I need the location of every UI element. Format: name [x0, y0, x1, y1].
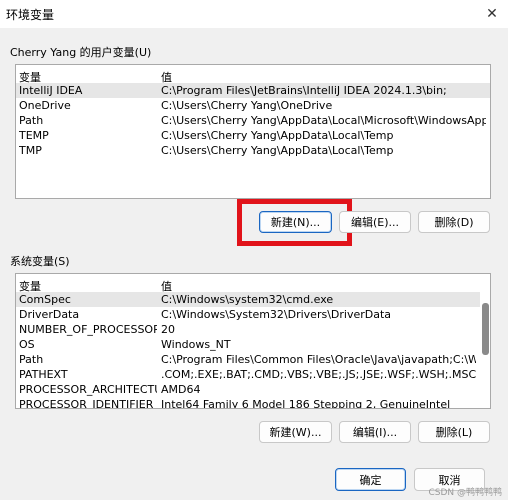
window-title: 环境变量 [6, 8, 55, 22]
row-value: AMD64 [161, 383, 201, 396]
row-variable: TEMP [19, 129, 49, 142]
close-button[interactable]: ✕ [476, 0, 508, 28]
row-value: C:\Program Files\Common Files\Oracle\Jav… [161, 353, 476, 366]
table-row[interactable]: DriverData C:\Windows\System32\Drivers\D… [16, 307, 480, 322]
row-variable: DriverData [19, 308, 80, 321]
table-row[interactable]: PROCESSOR_IDENTIFIER Intel64 Family 6 Mo… [16, 397, 480, 409]
scrollbar-thumb[interactable] [482, 303, 489, 355]
row-value: C:\Program Files\JetBrains\IntelliJ IDEA… [161, 84, 447, 97]
row-value: C:\Windows\system32\cmd.exe [161, 293, 334, 306]
table-row[interactable]: PATHEXT .COM;.EXE;.BAT;.CMD;.VBS;.VBE;.J… [16, 367, 480, 382]
ok-button[interactable]: 确定 [335, 468, 406, 491]
row-value: Intel64 Family 6 Model 186 Stepping 2, G… [161, 398, 451, 409]
row-variable: Path [19, 114, 44, 127]
vertical-scrollbar[interactable] [481, 294, 489, 407]
row-variable: TMP [19, 144, 42, 157]
table-row[interactable]: Path C:\Users\Cherry Yang\AppData\Local\… [16, 113, 490, 128]
table-row[interactable]: ComSpec C:\Windows\system32\cmd.exe [16, 292, 480, 307]
row-value: C:\Users\Cherry Yang\OneDrive [161, 99, 333, 112]
row-variable: NUMBER_OF_PROCESSORS [19, 323, 157, 336]
table-row[interactable]: OS Windows_NT [16, 337, 480, 352]
system-new-button[interactable]: 新建(W)... [259, 421, 332, 443]
row-variable: OneDrive [19, 99, 71, 112]
row-value: C:\Users\Cherry Yang\AppData\Local\Temp [161, 144, 394, 157]
table-row[interactable]: PROCESSOR_ARCHITECTU... AMD64 [16, 382, 480, 397]
row-value: C:\Windows\System32\Drivers\DriverData [161, 308, 392, 321]
row-variable: PATHEXT [19, 368, 68, 381]
row-variable: OS [19, 338, 35, 351]
user-new-button[interactable]: 新建(N)... [259, 211, 332, 233]
system-edit-button[interactable]: 编辑(I)... [339, 421, 411, 443]
list-header: 变量 值 [16, 277, 480, 293]
close-icon: ✕ [486, 6, 498, 22]
system-vars-list[interactable]: 变量 值 ComSpec C:\Windows\system32\cmd.exe… [15, 273, 491, 409]
title-bar: 环境变量 ✕ [0, 0, 508, 28]
row-value: .COM;.EXE;.BAT;.CMD;.VBS;.VBE;.JS;.JSE;.… [161, 368, 476, 381]
user-delete-button[interactable]: 删除(D) [418, 211, 490, 233]
user-vars-list[interactable]: 变量 值 IntelliJ IDEA C:\Program Files\JetB… [15, 64, 491, 199]
user-vars-label: Cherry Yang 的用户变量(U) [10, 46, 152, 59]
table-row[interactable]: NUMBER_OF_PROCESSORS 20 [16, 322, 480, 337]
watermark: CSDN @鸭鸭鸭鸭 [428, 488, 502, 498]
row-value: C:\Users\Cherry Yang\AppData\Local\Micro… [161, 114, 486, 127]
table-row[interactable]: TEMP C:\Users\Cherry Yang\AppData\Local\… [16, 128, 490, 143]
system-vars-label: 系统变量(S) [10, 255, 70, 268]
system-delete-button[interactable]: 删除(L) [418, 421, 490, 443]
list-header: 变量 值 [16, 68, 490, 84]
row-value: Windows_NT [161, 338, 231, 351]
table-row[interactable]: Path C:\Program Files\Common Files\Oracl… [16, 352, 480, 367]
row-variable: PROCESSOR_ARCHITECTU... [19, 383, 157, 396]
table-row[interactable]: IntelliJ IDEA C:\Program Files\JetBrains… [16, 83, 490, 98]
row-value: 20 [161, 323, 175, 336]
table-row[interactable]: TMP C:\Users\Cherry Yang\AppData\Local\T… [16, 143, 490, 158]
row-value: C:\Users\Cherry Yang\AppData\Local\Temp [161, 129, 394, 142]
table-row[interactable]: OneDrive C:\Users\Cherry Yang\OneDrive [16, 98, 490, 113]
row-variable: PROCESSOR_IDENTIFIER [19, 398, 154, 409]
user-edit-button[interactable]: 编辑(E)... [339, 211, 411, 233]
row-variable: Path [19, 353, 44, 366]
row-variable: IntelliJ IDEA [19, 84, 83, 97]
row-variable: ComSpec [19, 293, 71, 306]
